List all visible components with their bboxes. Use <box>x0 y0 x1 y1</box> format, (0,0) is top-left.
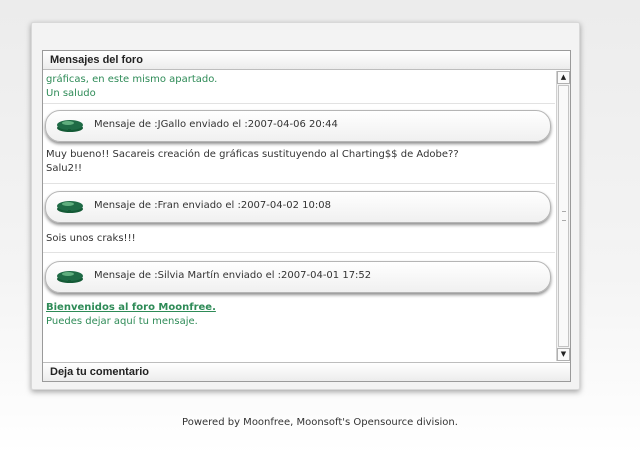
message-list[interactable]: gráficas, en este mismo apartado. Un sal… <box>43 71 555 361</box>
separator <box>43 103 555 104</box>
intro-line: gráficas, en este mismo apartado. <box>46 74 218 85</box>
forum-box: Mensajes del foro gráficas, en este mism… <box>42 50 571 382</box>
forum-panel: Mensajes del foro gráficas, en este mism… <box>31 22 580 390</box>
separator <box>43 252 555 253</box>
message-text: Salu2!! <box>46 163 82 174</box>
scroll-up-icon[interactable]: ▲ <box>557 71 570 84</box>
welcome-link[interactable]: Bienvenidos al foro Moonfree. <box>46 302 216 313</box>
message-header: Mensaje de :Silvia Martín enviado el :20… <box>45 261 551 293</box>
message-text: Muy bueno!! Sacareis creación de gráfica… <box>46 149 459 160</box>
intro-line: Un saludo <box>46 88 96 99</box>
message-header: Mensaje de :Fran enviado el :2007-04-02 … <box>45 191 551 223</box>
message-header: Mensaje de :JGallo enviado el :2007-04-0… <box>45 110 551 142</box>
avatar-icon <box>57 201 83 213</box>
scrollbar[interactable]: ▲ ▼ <box>556 71 570 361</box>
scroll-down-icon[interactable]: ▼ <box>557 348 570 361</box>
avatar-icon <box>57 120 83 132</box>
powered-by-footer: Powered by Moonfree, Moonsoft's Opensour… <box>182 417 458 428</box>
message-text: Sois unos craks!!! <box>46 233 136 244</box>
forum-title: Mensajes del foro <box>43 51 570 70</box>
message-author-date: Mensaje de :Silvia Martín enviado el :20… <box>94 270 372 281</box>
message-author-date: Mensaje de :JGallo enviado el :2007-04-0… <box>94 119 338 130</box>
thumb-grip <box>562 211 566 221</box>
message-author-date: Mensaje de :Fran enviado el :2007-04-02 … <box>94 200 331 211</box>
welcome-text: Puedes dejar aquí tu mensaje. <box>46 316 198 327</box>
scroll-thumb[interactable] <box>558 85 569 347</box>
avatar-icon <box>57 271 83 283</box>
comment-button[interactable]: Deja tu comentario <box>43 362 570 381</box>
separator <box>43 183 555 184</box>
